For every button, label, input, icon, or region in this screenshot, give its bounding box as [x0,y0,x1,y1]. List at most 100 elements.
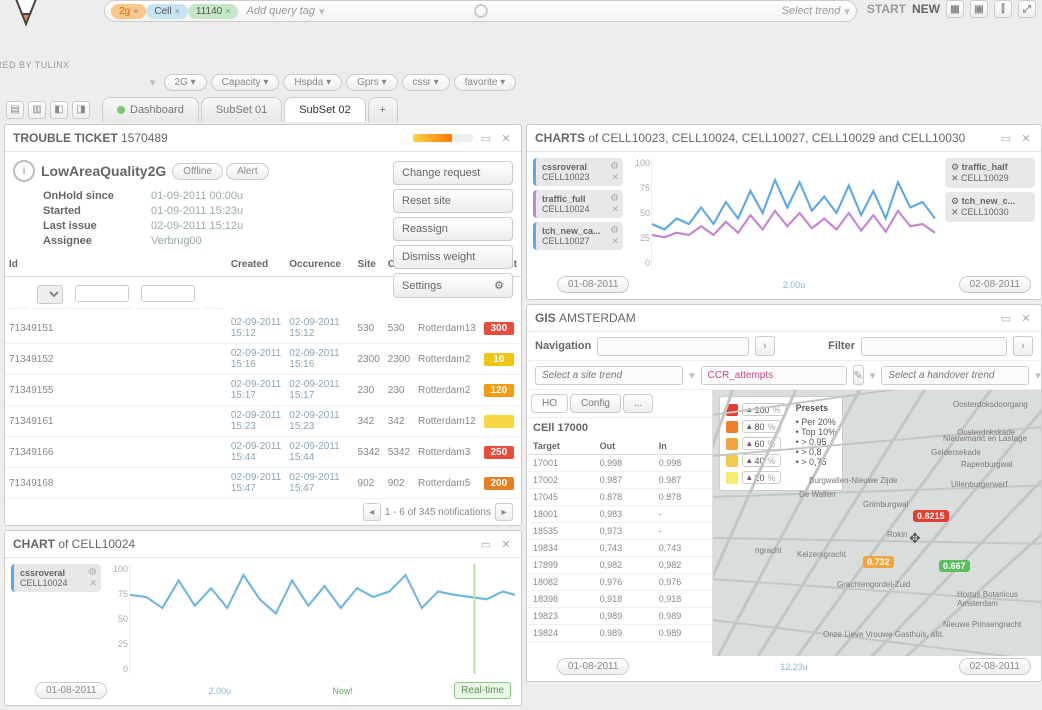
win-icon[interactable]: ▣ [970,0,988,18]
series-tag[interactable]: traffic_fullCELL10024⚙✕ [533,190,623,218]
table-row[interactable]: 198230,9890,989 [527,608,712,625]
chart-end-date[interactable]: 02-08-2011 [959,276,1031,293]
table-row[interactable]: 180820,9760,976 [527,574,712,591]
page-prev-icon[interactable]: ◂ [363,503,381,521]
tool1-icon[interactable]: ▤ [6,101,24,119]
edit-icon[interactable]: ✎ [853,365,864,385]
page-next-icon[interactable]: ▸ [495,503,513,521]
minimize-icon[interactable]: ▭ [479,537,493,551]
add-tab-button[interactable]: + [368,97,398,122]
up-icon[interactable]: ▴ [747,472,752,483]
filter-go-icon[interactable]: › [1013,336,1033,356]
minimize-icon[interactable]: ▭ [999,131,1013,145]
gear-icon[interactable]: ⚙ [610,161,619,172]
select-trend[interactable]: Select trend [782,5,841,17]
gear-icon[interactable]: ⚙ [610,225,619,236]
up-icon[interactable]: ▴ [747,438,752,449]
expand-icon[interactable]: ⤢ [1018,0,1036,18]
series-tag[interactable]: tch_new_ca...CELL10027⚙✕ [533,222,623,250]
table-row[interactable]: 183980,9180,918 [527,591,712,608]
minimize-icon[interactable]: ▭ [479,131,493,145]
site-trend-select[interactable] [535,366,683,385]
table-row[interactable]: 178990,9820,982 [527,557,712,574]
new-button[interactable]: NEW [912,2,940,16]
col-header[interactable]: Id [5,253,227,277]
close-icon[interactable]: ✕ [499,537,513,551]
table-row[interactable]: 180010,983- [527,506,712,523]
col-header[interactable]: Created [227,253,285,277]
remove-tag-icon[interactable]: × [225,6,230,16]
handover-trend-select[interactable] [881,366,1029,385]
occurrence-filter[interactable]: Show all [37,285,63,304]
series-tag[interactable]: cssroveralCELL10023⚙✕ [533,158,623,186]
map-view[interactable]: ▴100%▴80%▴60%▴40%▴20% Presets• Per 20%• … [713,390,1041,656]
minimize-icon[interactable]: ▭ [999,311,1013,325]
gis-start-date[interactable]: 01-08-2011 [557,658,629,675]
close-icon[interactable]: ✕ [611,172,619,183]
gis-tab[interactable]: HO [531,394,568,413]
col-header[interactable]: Site [354,253,384,277]
query-tag[interactable]: Cell× [146,4,188,19]
preset-item[interactable]: • > 0,75 [796,457,837,467]
status-pill[interactable]: Alert [226,163,269,180]
close-icon[interactable]: ✕ [499,131,513,145]
table-row[interactable]: 198240.9890.989 [527,625,712,642]
table-row[interactable]: 7134915102-09-2011 15:1202-09-2011 15:12… [5,313,521,344]
up-icon[interactable]: ▴ [747,455,752,466]
up-icon[interactable]: ▴ [747,421,752,432]
action-button[interactable]: Reassign [393,217,513,241]
action-button[interactable]: Settings⚙ [393,273,513,298]
filter-chip[interactable]: Hspda ▾ [283,74,342,91]
site-filter[interactable] [75,285,129,302]
cell-filter[interactable] [141,285,195,302]
table-row[interactable]: 7134916802-09-2011 15:4702-09-2011 15:47… [5,468,521,499]
table-row[interactable]: 170450.8780.878 [527,489,712,506]
map-marker[interactable]: 0.667 [939,560,970,572]
nav-go-icon[interactable]: › [755,336,775,356]
chart-start-date[interactable]: 01-08-2011 [557,276,629,293]
close-icon[interactable]: ✕ [89,578,97,589]
tool2-icon[interactable]: ▥ [28,101,46,119]
table-row[interactable]: 185350,973- [527,523,712,540]
remove-tag-icon[interactable]: × [133,6,138,16]
tab-SubSet 02[interactable]: SubSet 02 [284,97,365,122]
table-row[interactable]: 198340,7430,743 [527,540,712,557]
action-button[interactable]: Change request [393,161,513,185]
chart-icon[interactable]: ⫿ [994,0,1012,18]
tab-Dashboard[interactable]: Dashboard [102,97,199,122]
gis-end-date[interactable]: 02-08-2011 [959,658,1031,675]
table-row[interactable]: 7134915202-09-2011 15:1602-09-2011 15:16… [5,344,521,375]
table-row[interactable]: 7134916602-09-2011 15:4402-09-2011 15:44… [5,437,521,468]
filter-input[interactable] [861,337,1007,356]
table-row[interactable]: 170010.9980.998 [527,455,712,472]
preset-item[interactable]: • Per 20% [796,417,837,427]
filter-chip[interactable]: cssr ▾ [402,74,450,91]
action-button[interactable]: Reset site [393,189,513,213]
query-tag[interactable]: 11140× [188,4,239,19]
realtime-toggle[interactable]: Real-time [454,682,511,699]
status-pill[interactable]: Offline [172,163,223,180]
close-icon[interactable]: ✕ [1019,131,1033,145]
query-tag-bar[interactable]: 2g×Cell×11140× Add query tag▾ Select tre… [104,0,857,22]
tool3-icon[interactable]: ◧ [50,101,68,119]
gear-icon[interactable]: ⚙ [610,193,619,204]
map-marker[interactable]: 0.732 [863,556,894,568]
filter-chip[interactable]: Capacity ▾ [211,74,280,91]
gis-tab[interactable]: ... [623,394,653,413]
table-row[interactable]: 7134915502-09-2011 15:1702-09-2011 15:17… [5,375,521,406]
table-row[interactable]: 170020.9870.987 [527,472,712,489]
close-icon[interactable]: ✕ [951,207,959,217]
close-icon[interactable]: ✕ [611,204,619,215]
preset-item[interactable]: • Top 10% [796,427,837,437]
table-row[interactable]: 7134916102-09-2011 15:2302-09-2011 15:23… [5,406,521,437]
series-tag[interactable]: cssroveralCELL10024⚙✕ [11,564,101,592]
tab-SubSet 01[interactable]: SubSet 01 [201,97,282,122]
gear-icon[interactable]: ⚙ [88,567,97,578]
close-icon[interactable]: ✕ [1019,311,1033,325]
map-marker[interactable]: 0.8215 [913,510,949,522]
col-header[interactable]: Occurence [285,253,353,277]
filter-chip[interactable]: 2G ▾ [164,74,207,91]
filter-chip[interactable]: favorite ▾ [454,74,517,91]
remove-tag-icon[interactable]: × [175,6,180,16]
query-tag[interactable]: 2g× [111,4,146,19]
